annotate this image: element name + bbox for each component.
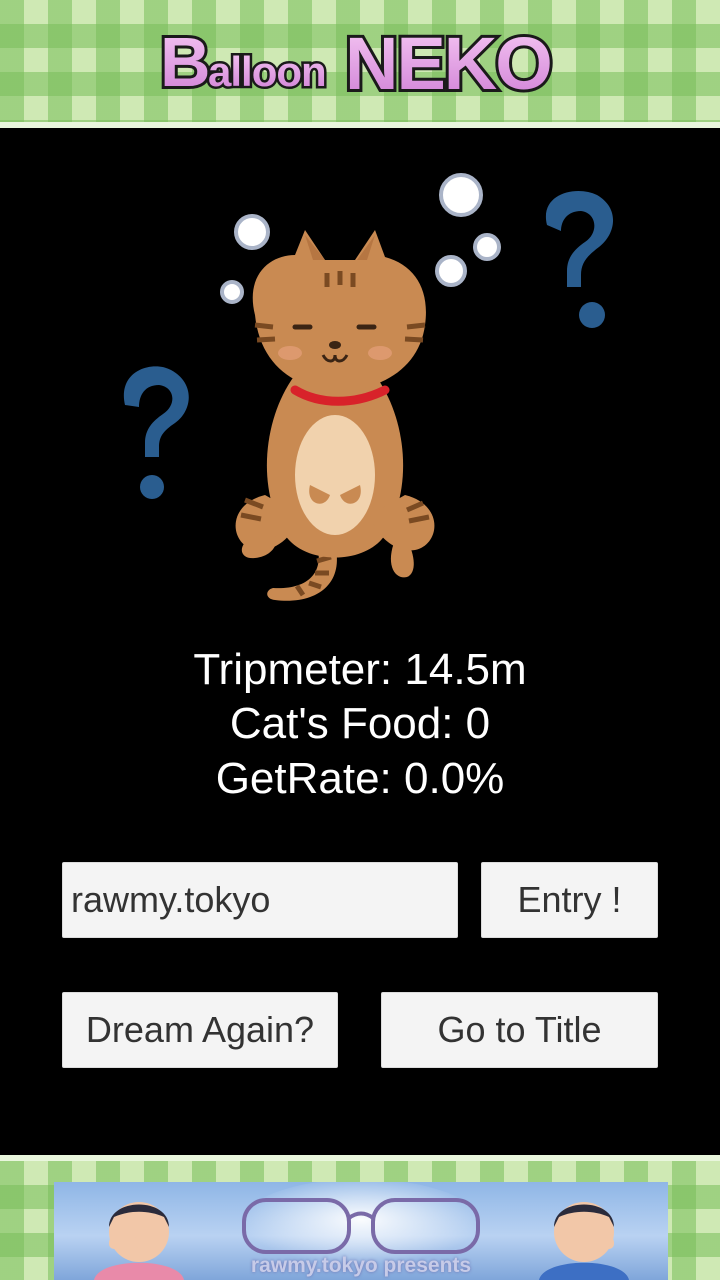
tripmeter-text: Tripmeter: 14.5m [193, 645, 527, 694]
svg-text:B: B [160, 23, 210, 101]
player-name-input[interactable] [62, 862, 458, 938]
dream-again-button[interactable]: Dream Again? [62, 992, 338, 1068]
entry-button[interactable]: Entry ! [481, 862, 658, 938]
get-rate-text: GetRate: 0.0% [215, 754, 505, 803]
svg-text:alloon: alloon [208, 48, 326, 95]
ad-caption: rawmy.tokyo presents [250, 1254, 472, 1277]
svg-text:NEKO: NEKO [345, 22, 551, 104]
cat-icon [235, 230, 435, 601]
cats-food-text: Cat's Food: 0 [229, 699, 491, 748]
question-mark-icon [123, 366, 189, 499]
question-mark-icon [545, 190, 614, 328]
ad-banner[interactable]: rawmy.tokyo presents [54, 1182, 668, 1280]
game-screen: B alloon NEKO Tripmeter: 14.5m Cat's Foo… [0, 0, 720, 1280]
logo-artwork: B alloon NEKO [157, 19, 556, 104]
gingham-header: B alloon NEKO [0, 0, 720, 128]
go-to-title-button[interactable]: Go to Title [381, 992, 658, 1068]
game-logo: B alloon NEKO [150, 14, 570, 104]
confused-cat-illustration [95, 165, 655, 625]
